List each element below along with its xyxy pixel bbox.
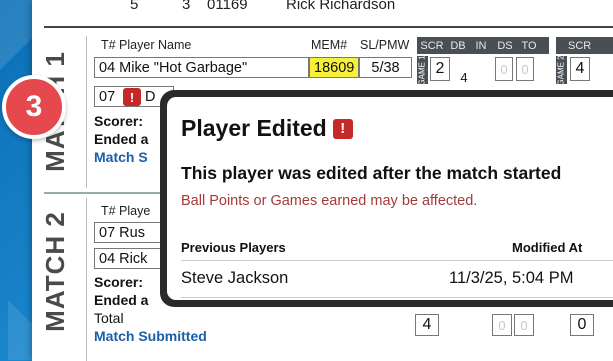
member-number-cell[interactable]: 18609 (309, 57, 359, 78)
prev-col-a: 5 (130, 0, 139, 13)
match-submitted-label[interactable]: Match S (94, 149, 148, 165)
alert-icon[interactable]: ! (123, 88, 141, 106)
prev-col-b: 3 (182, 0, 191, 13)
game-1-tag: GAME 1 (417, 54, 428, 86)
dialog-title: Player Edited ! (181, 115, 353, 142)
divider (86, 36, 87, 188)
previous-row: 5 3 01169 Rick Richardson (32, 0, 613, 16)
scorer-label: Scorer: (94, 274, 144, 290)
skill-level-cell[interactable]: 5/38 (359, 57, 412, 78)
scorer-label: Scorer: (94, 113, 144, 129)
game-2-tag: GAME 2 (556, 54, 567, 86)
total-score-box: 0 (514, 314, 534, 336)
game-2-score-header: SCR (556, 37, 613, 54)
col-header-mem: MEM# (311, 38, 348, 52)
prev-player-name: Rick Richardson (286, 0, 396, 13)
divider (181, 297, 613, 298)
modified-at-value: 11/3/25, 5:04 PM (449, 269, 574, 287)
match-2-label: MATCH 2 (39, 210, 70, 332)
score-box[interactable]: 4 (570, 57, 590, 81)
total-score-box: 0 (492, 314, 512, 336)
divider (181, 260, 613, 261)
col-header-modified-at: Modified At (512, 240, 583, 255)
col-header-previous-players: Previous Players (181, 240, 286, 255)
step-number-badge: 3 (2, 75, 66, 139)
score-box[interactable]: 4 (454, 65, 474, 89)
col-header-sl: SL/PMW (360, 38, 410, 52)
score-box[interactable]: 2 (430, 57, 450, 81)
divider (44, 26, 613, 28)
match-submitted-label[interactable]: Match Submitted (94, 328, 207, 344)
ended-label: Ended a (94, 131, 149, 147)
score-box[interactable]: 0 (495, 57, 513, 81)
ended-label: Ended a (94, 292, 149, 308)
divider (86, 198, 87, 361)
dialog-panel: Player Edited ! This player was edited a… (167, 97, 613, 300)
previous-player-name: Steve Jackson (181, 269, 289, 287)
col-header-player: T# Player Name (101, 38, 192, 52)
dialog-warning-note: Ball Points or Games earned may be affec… (181, 193, 478, 209)
score-box[interactable]: 0 (516, 57, 534, 81)
alert-icon: ! (332, 118, 353, 139)
player-name-cell[interactable]: 04 Mike "Hot Garbage" (94, 57, 309, 78)
total-score-box: 0 (570, 314, 594, 336)
player-edited-dialog: Player Edited ! This player was edited a… (160, 90, 613, 307)
prev-col-c: 01169 (207, 0, 248, 13)
col-header-player: T# Playe (101, 204, 151, 218)
total-score-box: 4 (415, 314, 439, 336)
game-1-score-header: SCR DB IN DS TO (417, 37, 549, 54)
dialog-subtitle: This player was edited after the match s… (181, 163, 562, 183)
total-label: Total (94, 310, 124, 326)
